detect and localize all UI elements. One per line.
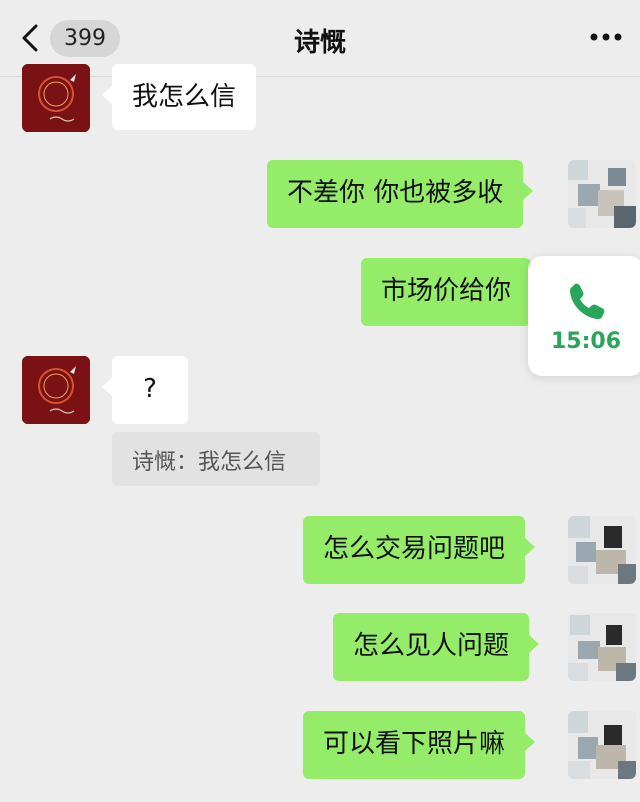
message-bubble-sent[interactable]: 不差你 你也被多收	[267, 160, 534, 228]
message-text: 市场价给你	[381, 276, 512, 306]
my-avatar[interactable]	[568, 613, 636, 681]
my-avatar-image	[568, 160, 636, 228]
my-avatar-image	[568, 711, 636, 779]
contact-avatar-image	[22, 64, 90, 132]
chat-title: 诗慨	[293, 28, 346, 58]
message-bubble-received[interactable]: ?	[102, 356, 188, 424]
phone-icon	[570, 283, 605, 319]
message-text: 我怎么信	[132, 82, 237, 112]
contact-avatar[interactable]	[22, 356, 90, 424]
message-text: ?	[143, 374, 157, 404]
my-avatar[interactable]	[568, 516, 636, 584]
message-bubble-sent[interactable]: 市场价给你	[361, 258, 542, 326]
voice-call-overlay[interactable]: 15:06	[528, 256, 640, 376]
message-text: 怎么见人问题	[353, 631, 510, 661]
message-bubble-sent[interactable]: 怎么交易问题吧	[303, 516, 536, 584]
message-bubble-sent[interactable]: 怎么见人问题	[333, 613, 540, 681]
more-dots-icon	[590, 33, 622, 41]
my-avatar-image	[568, 516, 636, 584]
quoted-message[interactable]: 诗慨：我怎么信	[112, 432, 320, 486]
contact-avatar-image	[22, 356, 90, 424]
call-duration: 15:06	[550, 328, 622, 354]
quoted-text: 诗慨：我怎么信	[132, 450, 287, 475]
message-text: 可以看下照片嘛	[323, 729, 506, 759]
my-avatar[interactable]	[568, 711, 636, 779]
message-text: 怎么交易问题吧	[323, 534, 506, 564]
message-bubble-sent[interactable]: 可以看下照片嘛	[303, 711, 536, 779]
message-bubble-received[interactable]: 我怎么信	[101, 64, 257, 130]
message-text: 不差你 你也被多收	[287, 178, 504, 208]
my-avatar[interactable]	[568, 160, 636, 228]
contact-avatar[interactable]	[22, 64, 90, 132]
my-avatar-image	[568, 613, 636, 681]
chat-header: 399 诗慨	[0, 0, 640, 77]
more-options-button[interactable]	[586, 22, 626, 52]
